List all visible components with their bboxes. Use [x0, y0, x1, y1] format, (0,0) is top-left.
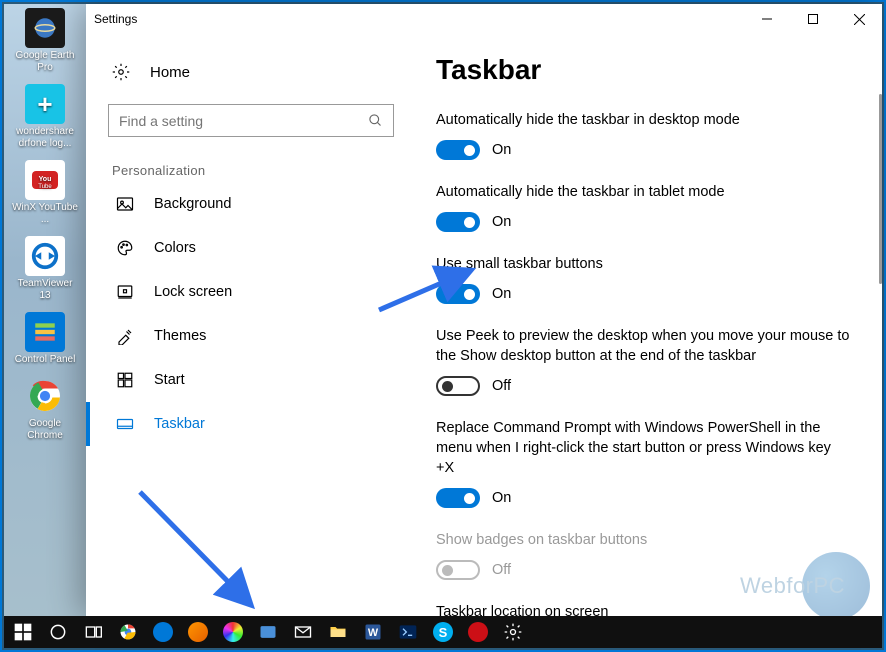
search-input[interactable] — [119, 113, 368, 129]
desktop-icon-chrome[interactable]: Google Chrome — [10, 376, 80, 442]
nav-taskbar[interactable]: Taskbar — [86, 402, 416, 446]
taskbar-firefox[interactable] — [181, 616, 215, 648]
setting-small-buttons: Use small taskbar buttons On — [436, 254, 852, 304]
taskbar-file-explorer[interactable] — [321, 616, 355, 648]
search-box[interactable] — [108, 104, 394, 137]
taskbar-chrome[interactable] — [111, 616, 145, 648]
nav-start[interactable]: Start — [86, 358, 416, 402]
taskbar-mail[interactable] — [286, 616, 320, 648]
section-label: Personalization — [112, 163, 416, 178]
search-icon — [368, 113, 383, 128]
taskbar-powershell[interactable] — [391, 616, 425, 648]
taskbar-paint[interactable] — [216, 616, 250, 648]
start-button[interactable] — [6, 616, 40, 648]
taskbar: W S — [4, 616, 882, 648]
window-title: Settings — [94, 12, 137, 26]
close-button[interactable] — [836, 4, 882, 34]
taskbar-settings[interactable] — [496, 616, 530, 648]
sidebar: Home Personalization Background Colors — [86, 34, 416, 616]
content-pane: Taskbar Automatically hide the taskbar i… — [416, 34, 882, 616]
desktop-icon-teamviewer[interactable]: TeamViewer 13 — [10, 236, 80, 302]
toggle-small-buttons[interactable] — [436, 284, 480, 304]
titlebar[interactable]: Settings — [86, 4, 882, 34]
themes-icon — [116, 327, 134, 345]
settings-window: Settings Home Personalization Backgr — [86, 4, 882, 616]
desktop-icon-drfone[interactable]: +wondershare drfone log... — [10, 84, 80, 150]
minimize-button[interactable] — [744, 4, 790, 34]
palette-icon — [116, 239, 134, 257]
svg-text:W: W — [368, 627, 379, 639]
taskbar-opera[interactable] — [461, 616, 495, 648]
toggle-powershell[interactable] — [436, 488, 480, 508]
desktop-icon-control-panel[interactable]: Control Panel — [10, 312, 80, 366]
toggle-badges — [436, 560, 480, 580]
setting-autohide-tablet: Automatically hide the taskbar in tablet… — [436, 182, 852, 232]
nav-background[interactable]: Background — [86, 182, 416, 226]
toggle-autohide-tablet[interactable] — [436, 212, 480, 232]
picture-icon — [116, 195, 134, 213]
setting-badges: Show badges on taskbar buttons Off — [436, 530, 852, 580]
svg-text:You: You — [39, 176, 52, 183]
setting-location: Taskbar location on screen — [436, 602, 852, 616]
desktop-icon-google-earth[interactable]: Google Earth Pro — [10, 8, 80, 74]
toggle-peek[interactable] — [436, 376, 480, 396]
taskbar-edge[interactable] — [146, 616, 180, 648]
lock-screen-icon — [116, 283, 134, 301]
gear-icon — [112, 63, 130, 81]
nav-colors[interactable]: Colors — [86, 226, 416, 270]
start-icon — [116, 371, 134, 389]
desktop-icon-winx-youtube[interactable]: YouTubeWinX YouTube ... — [10, 160, 80, 226]
taskbar-icon — [116, 415, 134, 433]
nav-lock-screen[interactable]: Lock screen — [86, 270, 416, 314]
taskview-button[interactable] — [76, 616, 110, 648]
desktop-icons: Google Earth Pro +wondershare drfone log… — [10, 8, 80, 442]
maximize-button[interactable] — [790, 4, 836, 34]
home-nav[interactable]: Home — [86, 52, 416, 92]
taskbar-app1[interactable] — [251, 616, 285, 648]
setting-peek: Use Peek to preview the desktop when you… — [436, 326, 852, 396]
toggle-autohide-desktop[interactable] — [436, 140, 480, 160]
setting-autohide-desktop: Automatically hide the taskbar in deskto… — [436, 110, 852, 160]
nav-themes[interactable]: Themes — [86, 314, 416, 358]
setting-powershell: Replace Command Prompt with Windows Powe… — [436, 418, 852, 508]
scrollbar[interactable] — [879, 94, 882, 284]
svg-text:Tube: Tube — [38, 184, 52, 190]
page-title: Taskbar — [436, 54, 852, 86]
cortana-button[interactable] — [41, 616, 75, 648]
taskbar-word[interactable]: W — [356, 616, 390, 648]
taskbar-skype[interactable]: S — [426, 616, 460, 648]
home-label: Home — [150, 64, 190, 81]
